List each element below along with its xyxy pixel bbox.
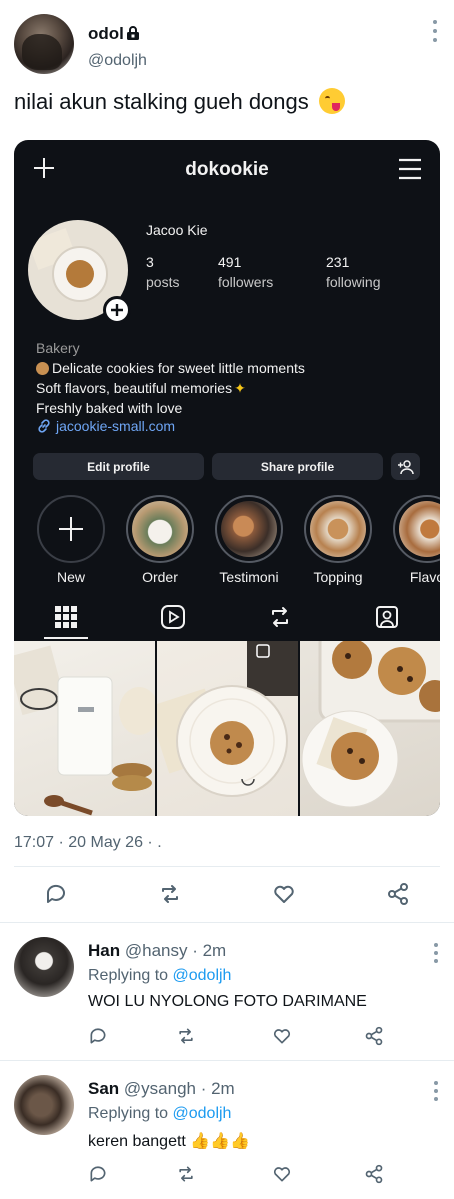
- ig-stat-followers: 491 followers: [218, 252, 273, 292]
- divider: [0, 922, 454, 923]
- reply-icon[interactable]: [44, 882, 68, 906]
- stat-value: 231: [326, 254, 350, 270]
- ig-link: jacookie-small.com: [36, 418, 175, 434]
- ig-bio: Bakery Delicate cookies for sweet little…: [36, 338, 305, 418]
- highlight-label: Order: [142, 569, 178, 585]
- highlight-testimoni: Testimoni: [214, 495, 284, 585]
- stat-label: posts: [146, 274, 180, 290]
- tweet-actions: [0, 882, 454, 908]
- edit-profile-button: Edit profile: [33, 453, 204, 480]
- ig-category: Bakery: [36, 340, 80, 356]
- reply-handle[interactable]: @hansy · 2m: [125, 941, 226, 960]
- like-icon[interactable]: [272, 882, 296, 906]
- add-story-icon: [103, 296, 131, 324]
- stat-label: following: [326, 274, 381, 290]
- divider: [14, 866, 440, 867]
- author-avatar[interactable]: [14, 14, 74, 74]
- retweet-icon[interactable]: [158, 882, 182, 906]
- grid-icon: [55, 606, 77, 628]
- reply-avatar[interactable]: [14, 937, 74, 997]
- cookie-icon: [36, 362, 49, 375]
- share-profile-button: Share profile: [212, 453, 383, 480]
- reply-handle[interactable]: @ysangh · 2m: [124, 1079, 235, 1098]
- share-icon[interactable]: [386, 882, 410, 906]
- replying-to: Replying to @odoljh: [88, 1105, 232, 1122]
- post-photo-plate-cookie: [157, 641, 298, 816]
- stat-value: 3: [146, 254, 154, 270]
- bio-line: Freshly baked with love: [36, 400, 183, 416]
- highlight-label: Testimoni: [219, 569, 279, 585]
- reply-text: keren bangett: [88, 1133, 186, 1150]
- reply-icon[interactable]: [88, 1026, 108, 1046]
- retweet-icon[interactable]: [176, 1164, 196, 1184]
- replying-to: Replying to @odoljh: [88, 967, 232, 984]
- reply-text: WOI LU NYOLONG FOTO DARIMANE: [88, 993, 367, 1010]
- instagram-screenshot[interactable]: dokookie Jacoo Kie 3 posts 491 followers…: [14, 140, 440, 816]
- like-icon[interactable]: [272, 1026, 292, 1046]
- thumbs-up-emoji-icon: 👍👍👍: [190, 1133, 251, 1150]
- more-options-icon[interactable]: [432, 943, 440, 963]
- more-options-icon[interactable]: [432, 1081, 440, 1101]
- ig-full-name: Jacoo Kie: [146, 222, 208, 238]
- tweet-body: nilai akun stalking gueh dongs: [14, 88, 345, 115]
- active-tab-underline: [44, 637, 88, 639]
- tweet-text: nilai akun stalking gueh dongs: [14, 89, 309, 114]
- highlight-topping: Topping: [303, 495, 373, 585]
- link-icon: [38, 419, 50, 433]
- highlight-order: Order: [125, 495, 195, 585]
- add-person-icon: [391, 453, 420, 480]
- highlight-flavor: Flavo: [392, 495, 440, 585]
- ig-stat-posts: 3 posts: [146, 252, 179, 292]
- tweet-timestamp[interactable]: 17:07 · 20 May 26 · .: [14, 834, 162, 852]
- ig-stat-following: 231 following: [326, 252, 380, 292]
- repost-icon: [272, 607, 288, 627]
- share-icon[interactable]: [364, 1026, 384, 1046]
- reply-actions: [0, 1026, 454, 1048]
- reply-author[interactable]: San @ysangh · 2m: [88, 1079, 235, 1099]
- divider: [0, 1060, 454, 1061]
- tagged-icon: [376, 606, 398, 628]
- reply-avatar[interactable]: [14, 1075, 74, 1135]
- reply-actions: [0, 1164, 454, 1186]
- ig-top-bar: dokookie: [14, 140, 440, 200]
- yum-emoji-icon: [318, 88, 345, 114]
- retweet-icon[interactable]: [176, 1026, 196, 1046]
- highlight-label: New: [56, 569, 85, 585]
- reels-icon: [161, 605, 185, 629]
- reply-item[interactable]: San @ysangh · 2m Replying to @odoljh ker…: [14, 1075, 440, 1159]
- highlight-label: Flavo: [409, 569, 440, 585]
- author-name[interactable]: odol: [88, 24, 124, 44]
- ig-username: dokookie: [185, 159, 269, 180]
- post-photo-milk: [14, 641, 155, 816]
- highlight-new: New: [36, 495, 106, 585]
- highlight-label: Topping: [313, 569, 363, 585]
- sparkle-icon: ✦: [234, 380, 246, 396]
- tweet-header: odol @odoljh: [14, 14, 440, 76]
- lock-icon: [127, 26, 139, 40]
- replying-to-link[interactable]: @odoljh: [173, 967, 232, 984]
- author-handle[interactable]: @odoljh: [88, 52, 147, 70]
- like-icon[interactable]: [272, 1164, 292, 1184]
- stat-value: 491: [218, 254, 242, 270]
- menu-icon: [399, 158, 421, 180]
- replying-to-link[interactable]: @odoljh: [173, 1105, 232, 1122]
- stat-label: followers: [218, 274, 274, 290]
- reply-item[interactable]: Han @hansy · 2m Replying to @odoljh WOI …: [14, 937, 440, 1021]
- post-photo-cookie-tray: [300, 641, 440, 816]
- ig-photo-grid: [14, 641, 440, 816]
- reply-icon[interactable]: [88, 1164, 108, 1184]
- reply-author[interactable]: Han @hansy · 2m: [88, 941, 226, 961]
- bio-line: Delicate cookies for sweet little moment…: [36, 358, 305, 378]
- reply-body: keren bangett 👍👍👍: [88, 1131, 250, 1151]
- ig-tabs: [14, 596, 440, 640]
- bio-line: Soft flavors, beautiful memories ✦: [36, 380, 246, 396]
- more-options-icon[interactable]: [430, 20, 440, 42]
- share-icon[interactable]: [364, 1164, 384, 1184]
- plus-icon: [59, 517, 83, 541]
